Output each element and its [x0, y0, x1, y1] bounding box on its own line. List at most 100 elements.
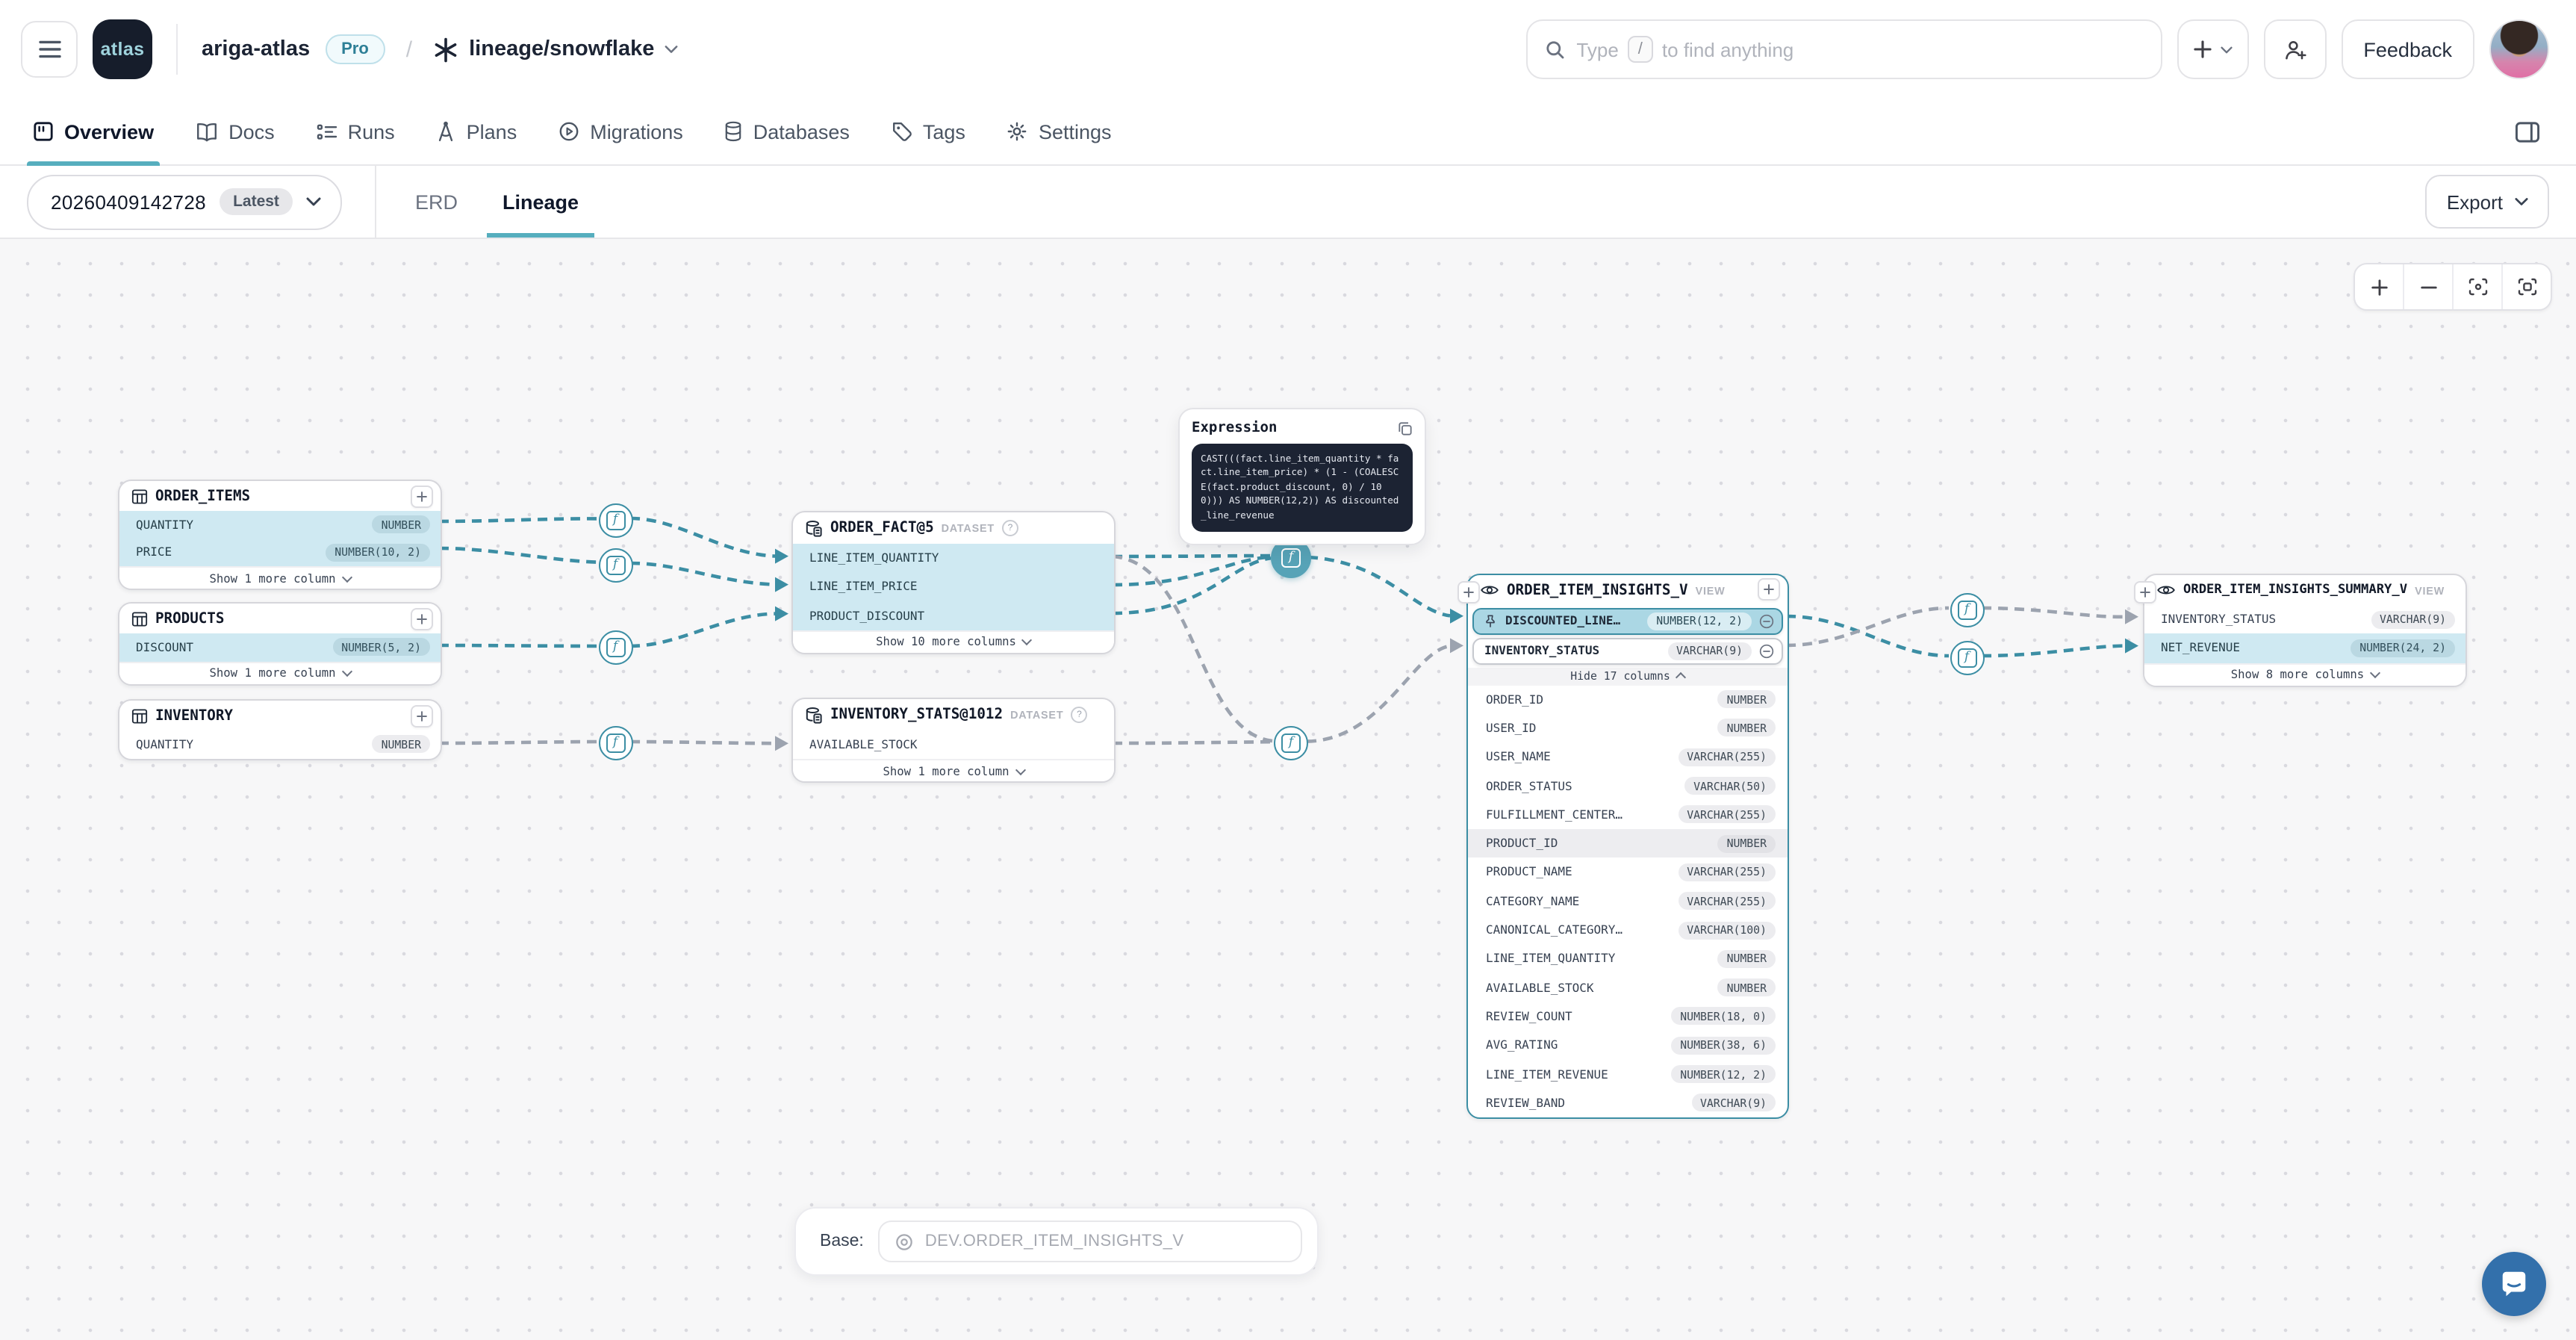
node-header[interactable]: INVENTORY_STATS@1012 DATASET ?	[793, 699, 1114, 731]
column-row[interactable]: DISCOUNT NUMBER(5, 2)	[119, 633, 441, 661]
zoom-out-button[interactable]	[2403, 264, 2452, 309]
tab-plans[interactable]: Plans	[437, 99, 517, 164]
column-row[interactable]: CATEGORY_NAMEVARCHAR(255)	[1468, 887, 1788, 916]
tab-tags[interactable]: Tags	[892, 99, 965, 164]
node-products[interactable]: PRODUCTS DISCOUNT NUMBER(5, 2) Show 1 mo…	[118, 602, 442, 685]
node-order-items[interactable]: ORDER_ITEMS QUANTITY NUMBER PRICE NUMBER…	[118, 480, 442, 590]
node-header[interactable]: ORDER_ITEMS	[119, 481, 441, 511]
expression-code[interactable]: CAST(((fact.line_item_quantity * fact.li…	[1192, 444, 1413, 532]
remove-column-icon[interactable]	[1759, 614, 1774, 629]
help-icon[interactable]: ?	[1071, 707, 1087, 723]
column-row[interactable]: LINE_ITEM_QUANTITYNUMBER	[1468, 944, 1788, 973]
node-order-item-insights-v[interactable]: ORDER_ITEM_INSIGHTS_V VIEW DISCOUNTED_LI…	[1466, 574, 1789, 1119]
node-inventory[interactable]: INVENTORY QUANTITY NUMBER	[118, 699, 442, 760]
lineage-canvas[interactable]: ORDER_ITEMS QUANTITY NUMBER PRICE NUMBER…	[0, 239, 2576, 1340]
node-order-fact[interactable]: ORDER_FACT@5 DATASET ? LINE_ITEM_QUANTIT…	[791, 511, 1116, 654]
tab-settings[interactable]: Settings	[1007, 99, 1112, 164]
invite-user-button[interactable]	[2263, 19, 2326, 79]
column-row[interactable]: NET_REVENUE NUMBER(24, 2)	[2144, 634, 2465, 663]
column-row[interactable]: CANONICAL_CATEGORY…VARCHAR(100)	[1468, 916, 1788, 945]
show-more-columns-button[interactable]: Show 10 more columns	[793, 630, 1114, 653]
column-row[interactable]: QUANTITY NUMBER	[119, 511, 441, 539]
show-more-columns-button[interactable]: Show 1 more column	[119, 566, 441, 589]
tab-erd[interactable]: ERD	[412, 166, 461, 238]
node-header[interactable]: ORDER_FACT@5 DATASET ?	[793, 512, 1114, 544]
column-row[interactable]: REVIEW_BANDVARCHAR(9)	[1468, 1088, 1788, 1117]
tab-runs[interactable]: Runs	[317, 99, 395, 164]
node-header[interactable]: ORDER_ITEM_INSIGHTS_V VIEW	[1468, 575, 1788, 605]
hamburger-menu-button[interactable]	[21, 21, 78, 78]
create-new-button[interactable]	[2177, 19, 2248, 79]
column-row[interactable]: USER_NAMEVARCHAR(255)	[1468, 742, 1788, 772]
column-row[interactable]: AVAILABLE_STOCKNUMBER	[1468, 973, 1788, 1002]
expand-node-button[interactable]	[411, 608, 433, 630]
transform-fn-node[interactable]: f	[598, 548, 632, 582]
tab-label: Migrations	[590, 120, 683, 143]
column-row[interactable]: LINE_ITEM_PRICE	[793, 573, 1114, 602]
column-name: PRICE	[136, 546, 317, 559]
node-header[interactable]: PRODUCTS	[119, 604, 441, 633]
tab-lineage[interactable]: Lineage	[500, 166, 582, 238]
search-input[interactable]: Type / to find anything	[1525, 19, 2162, 79]
node-header[interactable]: INVENTORY	[119, 701, 441, 731]
column-row[interactable]: LINE_ITEM_REVENUENUMBER(12, 2)	[1468, 1060, 1788, 1089]
show-more-columns-button[interactable]: Show 1 more column	[793, 760, 1114, 782]
transform-fn-node[interactable]: f	[1274, 726, 1308, 760]
expand-node-button[interactable]	[411, 486, 433, 508]
version-selector[interactable]: 20260409142728 Latest	[27, 174, 342, 229]
help-icon[interactable]: ?	[1002, 520, 1018, 536]
zoom-in-button[interactable]	[2355, 264, 2403, 309]
node-header[interactable]: ORDER_ITEM_INSIGHTS_SUMMARY_V VIEW	[2144, 575, 2465, 605]
expand-node-button[interactable]	[1758, 578, 1780, 601]
node-order-item-insights-summary-v[interactable]: ORDER_ITEM_INSIGHTS_SUMMARY_V VIEW INVEN…	[2143, 574, 2467, 686]
column-row[interactable]: PRICE NUMBER(10, 2)	[119, 539, 441, 566]
tab-docs[interactable]: Docs	[196, 99, 275, 164]
column-row[interactable]: QUANTITY NUMBER	[119, 731, 441, 758]
column-type-badge: NUMBER(12, 2)	[1671, 1065, 1776, 1083]
transform-fn-node[interactable]: f	[1950, 640, 1984, 674]
feedback-button[interactable]: Feedback	[2341, 19, 2474, 79]
project-selector[interactable]: lineage/snowflake	[433, 37, 678, 62]
side-panel-toggle-button[interactable]	[2504, 109, 2549, 154]
atlas-logo[interactable]: atlas	[93, 19, 152, 79]
show-more-columns-button[interactable]: Show 1 more column	[119, 661, 441, 683]
transform-fn-node[interactable]: f	[1950, 592, 1984, 627]
user-avatar[interactable]	[2489, 19, 2549, 79]
column-row[interactable]: USER_IDNUMBER	[1468, 714, 1788, 743]
fit-view-button[interactable]	[2501, 264, 2551, 309]
expand-node-left-button[interactable]	[1457, 581, 1480, 604]
export-button[interactable]: Export	[2426, 175, 2549, 229]
column-row[interactable]: PRODUCT_IDNUMBER	[1468, 829, 1788, 858]
column-row[interactable]: LINE_ITEM_QUANTITY	[793, 544, 1114, 573]
tab-migrations[interactable]: Migrations	[559, 99, 683, 164]
base-input[interactable]: DEV.ORDER_ITEM_INSIGHTS_V	[879, 1220, 1303, 1262]
org-name[interactable]: ariga-atlas	[202, 37, 310, 61]
tab-databases[interactable]: Databases	[725, 99, 850, 164]
column-row[interactable]: ORDER_IDNUMBER	[1468, 685, 1788, 714]
copy-icon[interactable]	[1398, 421, 1413, 435]
column-row[interactable]: ORDER_STATUSVARCHAR(50)	[1468, 772, 1788, 801]
pinned-column-row[interactable]: DISCOUNTED_LINE… NUMBER(12, 2)	[1472, 607, 1783, 635]
remove-column-icon[interactable]	[1759, 644, 1774, 659]
column-row[interactable]: INVENTORY_STATUS VARCHAR(9)	[2144, 605, 2465, 634]
expand-node-button[interactable]	[411, 705, 433, 728]
transform-fn-node[interactable]: f	[598, 503, 632, 537]
hide-columns-button[interactable]: Hide 17 columns	[1468, 667, 1788, 685]
column-row[interactable]: REVIEW_COUNTNUMBER(18, 0)	[1468, 1002, 1788, 1032]
atlas-logo-text: atlas	[101, 39, 145, 60]
expand-node-left-button[interactable]	[2134, 581, 2156, 604]
node-inventory-stats[interactable]: INVENTORY_STATS@1012 DATASET ? AVAILABLE…	[791, 698, 1116, 784]
transform-fn-node[interactable]: f	[598, 630, 632, 665]
column-row[interactable]: PRODUCT_NAMEVARCHAR(255)	[1468, 858, 1788, 887]
tab-overview[interactable]: Overview	[33, 99, 154, 164]
column-row[interactable]: AVAILABLE_STOCK	[793, 731, 1114, 760]
column-row[interactable]: AVG_RATINGNUMBER(38, 6)	[1468, 1031, 1788, 1060]
column-row[interactable]: FULFILLMENT_CENTER…VARCHAR(255)	[1468, 800, 1788, 829]
show-more-columns-button[interactable]: Show 8 more columns	[2144, 663, 2465, 685]
column-row[interactable]: PRODUCT_DISCOUNT	[793, 601, 1114, 630]
tracked-column-row[interactable]: INVENTORY_STATUS VARCHAR(9)	[1472, 637, 1783, 665]
center-selection-button[interactable]	[2452, 264, 2501, 309]
chat-widget-button[interactable]	[2482, 1252, 2546, 1316]
transform-fn-node[interactable]: f	[598, 726, 632, 760]
plus-icon	[1764, 584, 1774, 595]
